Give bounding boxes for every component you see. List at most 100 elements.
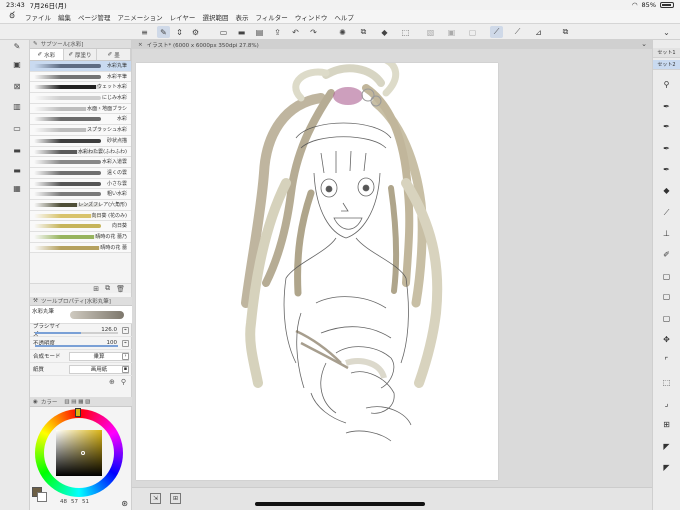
brush-size-row[interactable]: ブラシサイズ 126.0 ⌁	[30, 324, 132, 338]
ruler-icon[interactable]: ⊿	[532, 26, 545, 38]
square-icon[interactable]: ▢	[660, 270, 673, 283]
triangle-icon[interactable]: ◤	[660, 440, 673, 453]
deselect-icon[interactable]: ▧	[424, 26, 437, 38]
menu-help[interactable]: ヘルプ	[334, 12, 354, 22]
open-folder-icon[interactable]: ▬	[235, 26, 248, 38]
transform-icon[interactable]: ⇲	[150, 493, 161, 504]
select-icon[interactable]: ⬚	[660, 376, 673, 389]
pen-icon[interactable]: ✒	[660, 142, 673, 155]
save-icon[interactable]: ▤	[253, 26, 266, 38]
pen-icon[interactable]: ✎	[11, 40, 23, 52]
add-icon[interactable]: ⊞	[93, 285, 99, 293]
sun-icon[interactable]: ✺	[336, 26, 349, 38]
close-tab-icon[interactable]: ×	[138, 42, 143, 48]
fill-icon[interactable]: ◆	[660, 184, 673, 197]
tab-set-1[interactable]: セット1	[653, 48, 680, 58]
export-icon[interactable]: ⇪	[271, 26, 284, 38]
copy-icon[interactable]: ⧉	[105, 284, 110, 293]
settings-icon[interactable]: ⚙	[189, 26, 202, 38]
search-icon[interactable]: ⚲	[121, 378, 126, 386]
brush-item[interactable]: 晴時の花 蕾乃	[30, 232, 131, 243]
link-icon[interactable]: ⌁	[122, 327, 129, 334]
color-picker-handle[interactable]	[81, 451, 85, 455]
pen-icon[interactable]: ✐	[660, 248, 673, 261]
menu-page[interactable]: ページ管理	[78, 12, 110, 22]
triangle-icon[interactable]: ◤	[660, 461, 673, 474]
pen-icon[interactable]: ✒	[660, 100, 673, 113]
new-file-icon[interactable]: ▭	[217, 26, 230, 38]
brush-item[interactable]: 水彩	[30, 114, 131, 126]
folder-icon[interactable]: ▬	[11, 144, 23, 156]
chevron-down-icon[interactable]: ⌄	[641, 40, 647, 48]
pen-icon[interactable]: ✒	[660, 120, 673, 133]
brush-item[interactable]: スプラッシュ水彩	[30, 125, 131, 136]
undo-icon[interactable]: ↶	[289, 26, 302, 38]
square-icon[interactable]: ▢	[660, 312, 673, 325]
layer-icon[interactable]: ▣	[11, 58, 23, 70]
deselect-icon[interactable]: ▣	[445, 26, 458, 38]
square-icon[interactable]: ▭	[11, 122, 23, 134]
menu-edit[interactable]: 編集	[58, 12, 71, 22]
link-icon[interactable]: ⧉	[559, 26, 572, 38]
brush-item[interactable]: 水彩丸筆	[30, 61, 131, 72]
close-box-icon[interactable]: ⊠	[11, 80, 23, 92]
pen-icon[interactable]: ⟋	[490, 26, 503, 38]
tab-set-2[interactable]: セット2	[653, 60, 680, 70]
menu-layer[interactable]: レイヤー	[170, 12, 196, 22]
settings-icon[interactable]: ⊛	[121, 499, 128, 508]
blend-mode-select[interactable]: 乗算	[69, 351, 129, 361]
opacity-row[interactable]: 不透明度 100 ⌁	[30, 337, 132, 350]
menu-window[interactable]: ウィンドウ	[295, 12, 328, 22]
hue-picker[interactable]	[75, 408, 81, 417]
brush-tool-icon[interactable]: ✎	[157, 26, 170, 38]
sub-color-swatch[interactable]	[37, 492, 47, 502]
fit-icon[interactable]: ⊞	[170, 493, 181, 504]
brush-item[interactable]: 向日葵 (花のみ)	[30, 210, 131, 222]
brush-item[interactable]: 晴時の花 蕾	[30, 242, 131, 254]
square-icon[interactable]: ▢	[660, 290, 673, 303]
menu-view[interactable]: 表示	[235, 12, 248, 22]
transform-icon[interactable]: ⬚	[399, 26, 412, 38]
brush-size-slider[interactable]	[35, 332, 118, 334]
tab-thick[interactable]: ✐ 厚塗り	[63, 49, 98, 60]
brush-item[interactable]: 小さな雲	[30, 178, 131, 190]
menu-file[interactable]: ファイル	[25, 12, 51, 22]
link-icon[interactable]: ⌁	[122, 340, 129, 347]
trash-icon[interactable]: 🗑	[116, 285, 125, 293]
redo-icon[interactable]: ↷	[307, 26, 320, 38]
dropper-icon[interactable]: ⟋	[660, 206, 673, 219]
document-tab[interactable]: × イラスト* (6000 x 6000px 350dpi 27.8%) ⌄	[132, 40, 652, 49]
brush-item[interactable]: 水彩入道雲	[30, 157, 131, 168]
tab-ink[interactable]: ✐ 墨	[97, 49, 132, 60]
menu-filter[interactable]: フィルター	[255, 12, 287, 22]
crop-icon[interactable]: ▢	[466, 26, 479, 38]
corner-icon[interactable]: ⌟	[660, 397, 673, 410]
file-icon[interactable]: ▥	[11, 100, 23, 112]
brush-item[interactable]: 砂状点描	[30, 135, 131, 147]
gallery-icon[interactable]: ▦	[11, 182, 23, 194]
brush-item[interactable]: レンズフレア(六角形)	[30, 199, 131, 211]
brush-item[interactable]: 粗い水彩	[30, 189, 131, 200]
add-icon[interactable]: ⊕	[109, 378, 115, 386]
tab-watercolor[interactable]: ✐ 水彩	[30, 49, 64, 60]
menu-animation[interactable]: アニメーション	[117, 12, 162, 22]
palette-icon[interactable]: ▥ ▤ ▦ ▧	[64, 399, 90, 405]
paper-texture-select[interactable]: 画用紙	[69, 364, 129, 374]
pen-icon[interactable]: ⟋	[511, 26, 524, 38]
app-logo-icon[interactable]: ఠ	[6, 11, 18, 23]
trash-icon[interactable]: ▪	[122, 366, 129, 373]
brush-item[interactable]: 水彩わた雲(ふわふわ)	[30, 146, 131, 158]
folder-icon[interactable]: ▬	[11, 164, 23, 176]
fill-icon[interactable]: ◆	[378, 26, 391, 38]
brush-item[interactable]: ウェット水彩	[30, 82, 131, 94]
pen-icon[interactable]: ✒	[660, 163, 673, 176]
copy-icon[interactable]: ⧉	[357, 26, 370, 38]
brush-item[interactable]: 水彩平筆	[30, 71, 131, 83]
collapse-icon[interactable]: ⌄	[660, 26, 673, 38]
chevron-icon[interactable]: ›	[122, 353, 129, 360]
color-wheel[interactable]	[35, 408, 123, 497]
brush-item[interactable]: 遠くの雲	[30, 167, 131, 179]
brush-item[interactable]: にじみ水彩	[30, 93, 131, 104]
stamp-icon[interactable]: ⊥	[660, 227, 673, 240]
opacity-slider[interactable]	[35, 345, 118, 347]
